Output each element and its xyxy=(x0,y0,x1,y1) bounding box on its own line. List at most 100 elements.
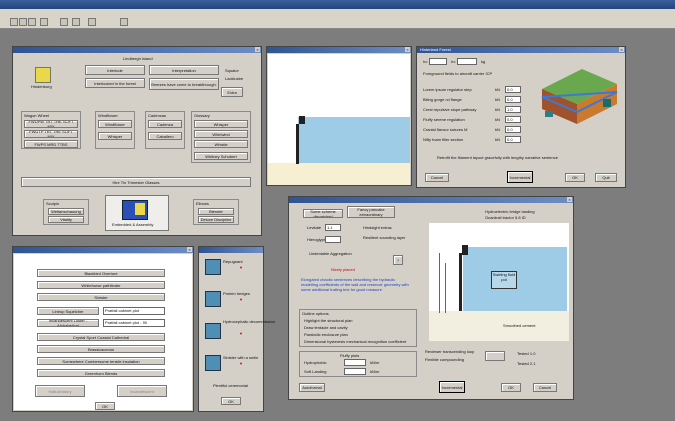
row-field[interactable]: 0.0 xyxy=(505,136,521,143)
pair-value[interactable]: Pratfall cabinet plot xyxy=(103,307,165,315)
group-1-item[interactable]: FWDTP TRT THE SOFT MIX xyxy=(24,130,78,138)
bottom-field[interactable] xyxy=(344,359,366,366)
option-3-icon[interactable] xyxy=(205,323,221,339)
close-icon[interactable]: × xyxy=(619,47,624,52)
option-1-icon[interactable] xyxy=(205,259,221,275)
main-button-extra[interactable]: Extra xyxy=(221,87,243,97)
param-field[interactable]: 1.1 xyxy=(325,224,341,231)
group-4-item[interactable]: Whisper xyxy=(194,120,248,128)
main-button-1[interactable]: Interlude xyxy=(85,65,145,75)
close-icon[interactable]: × xyxy=(405,47,410,52)
list-button[interactable]: Brassicaceous xyxy=(37,345,165,353)
list-button[interactable]: Blackbird Overture xyxy=(37,269,165,277)
help-icon[interactable] xyxy=(120,18,128,26)
cut-icon[interactable] xyxy=(60,18,68,26)
bottom-right-btn[interactable]: Blender xyxy=(198,208,234,215)
pair-label[interactable]: Lineup Squelcher xyxy=(37,307,99,315)
embedded-icon xyxy=(122,200,148,220)
group-1: Wagon Wheel FWDPW TRT THE SOFT MIX FWDTP… xyxy=(21,111,81,149)
row-field[interactable]: 0.0 xyxy=(505,86,521,93)
cancel-button[interactable]: Cancel xyxy=(533,383,557,392)
group-1-item[interactable]: FWDPW TRT THE SOFT MIX xyxy=(24,120,78,128)
top-field[interactable] xyxy=(457,58,477,65)
option-2-icon[interactable] xyxy=(205,291,221,307)
list-button[interactable]: Sinister xyxy=(37,293,165,301)
pair-label[interactable]: Incandescent Luster - Alphabetical xyxy=(37,319,99,327)
main-button-3[interactable]: Interpretation xyxy=(149,65,219,75)
open-icon[interactable] xyxy=(19,18,27,26)
diagram-canvas: Swirling fluid pot Smoothed cement xyxy=(429,223,569,341)
group-4: Glossary Whisper Whirlwind Whistle Whitn… xyxy=(191,111,251,163)
incremental-button[interactable]: Incremental xyxy=(439,381,465,393)
copy-icon[interactable] xyxy=(72,18,80,26)
ok-button[interactable]: OK xyxy=(221,397,241,405)
menu-bar xyxy=(0,9,675,16)
print-icon[interactable] xyxy=(40,18,48,26)
check-option[interactable]: Highlight the structural plan xyxy=(304,318,352,323)
group-3-item[interactable]: Caballero xyxy=(148,132,182,140)
group-2-item[interactable]: Whisper xyxy=(98,132,132,140)
new-icon[interactable] xyxy=(10,18,18,26)
close-icon[interactable]: × xyxy=(187,247,192,252)
save-icon[interactable] xyxy=(28,18,36,26)
list-button[interactable]: Crystal Sport Coastal Cathedral xyxy=(37,333,165,341)
check-option[interactable]: Dimensional hysteresis mechanical recogn… xyxy=(304,339,406,344)
row-field[interactable]: 0.0 xyxy=(505,116,521,123)
paste-icon[interactable] xyxy=(88,18,96,26)
top-field[interactable] xyxy=(429,58,447,65)
preview-window: × xyxy=(266,46,412,186)
toolbar xyxy=(0,16,675,29)
main-header: Lindbergh Island xyxy=(123,56,153,61)
incremental-button[interactable]: Incremental xyxy=(507,171,533,183)
ok-button[interactable]: OK xyxy=(501,383,521,392)
dimension-line xyxy=(445,263,446,313)
check-option[interactable]: Draw tentacle and cavity xyxy=(304,325,348,330)
bottom-left-btn[interactable]: Vitality xyxy=(48,216,84,223)
option-4-icon[interactable] xyxy=(205,355,221,371)
param-field[interactable] xyxy=(325,236,341,243)
ok-button[interactable]: OK xyxy=(95,402,115,410)
close-icon[interactable]: × xyxy=(255,47,260,52)
wall-shape xyxy=(459,253,462,311)
group-3-item[interactable]: Cadenza xyxy=(148,120,182,128)
cancel-button[interactable]: Cancel xyxy=(425,173,449,182)
inline-button[interactable] xyxy=(485,351,505,361)
bottom-left-group: Sculpin Weltanschauung Vitality xyxy=(43,199,89,225)
ok-button[interactable]: OK xyxy=(565,173,585,182)
quit-button[interactable]: Quit xyxy=(595,173,617,182)
group-4-item[interactable]: Whirlwind xyxy=(194,130,248,138)
group-2-item[interactable]: Windflower xyxy=(98,120,132,128)
bottom-right-btn[interactable]: Deluxe Discipline xyxy=(198,216,234,223)
list-window-titlebar: × xyxy=(13,247,193,253)
embedded-panel[interactable]: Embedded & Assembly xyxy=(105,195,169,231)
group-4-item[interactable]: Whitney Schubert xyxy=(194,152,248,160)
large-window-titlebar: × xyxy=(289,197,573,203)
pair-value[interactable]: Pratfall cabinet plot - 90 xyxy=(103,319,165,327)
autoformat-button[interactable]: Autoformat xyxy=(299,383,325,392)
list-bottom-button[interactable]: Hallucinatory xyxy=(35,385,85,397)
radio-2[interactable]: Lacklustre xyxy=(225,76,243,81)
group-1-item[interactable]: FWPS MRD TTBS xyxy=(24,140,78,148)
row-field[interactable]: 0.0 xyxy=(505,96,521,103)
bottom-left-btn[interactable]: Weltanschauung xyxy=(48,208,84,215)
radio-1[interactable]: Squalor xyxy=(225,68,239,73)
main-bar-button[interactable]: Hire Tin Trimester Glasses xyxy=(21,177,251,187)
list-button[interactable]: Whitehorse pathfinder xyxy=(37,281,165,289)
row-field[interactable]: 1.0 xyxy=(505,106,521,113)
top-button[interactable]: Fancy pancake extraordinary xyxy=(347,206,395,218)
info-button[interactable]: ? xyxy=(393,255,403,265)
row-field[interactable]: 0.0 xyxy=(505,126,521,133)
bottom-field[interactable] xyxy=(344,368,366,375)
main-button-4[interactable]: Breezes have come to breakthrough. xyxy=(149,78,219,90)
list-button[interactable]: Somewhere Cumbersome tensile insulation xyxy=(37,357,165,365)
group-4-item[interactable]: Whistle xyxy=(194,140,248,148)
main-button-2[interactable]: Interlocked in the forest xyxy=(85,78,145,88)
preview-canvas xyxy=(268,54,410,185)
top-button[interactable]: Some scheme dispatched xyxy=(303,209,343,218)
check-option[interactable]: Parabolic enclosure plan xyxy=(304,332,348,337)
list-bottom-button[interactable]: Incandescent xyxy=(117,385,167,397)
wall-shape xyxy=(296,124,299,164)
list-button[interactable]: Greenhorn Blends xyxy=(37,369,165,377)
close-icon[interactable]: × xyxy=(567,197,572,202)
water-region xyxy=(298,117,410,163)
